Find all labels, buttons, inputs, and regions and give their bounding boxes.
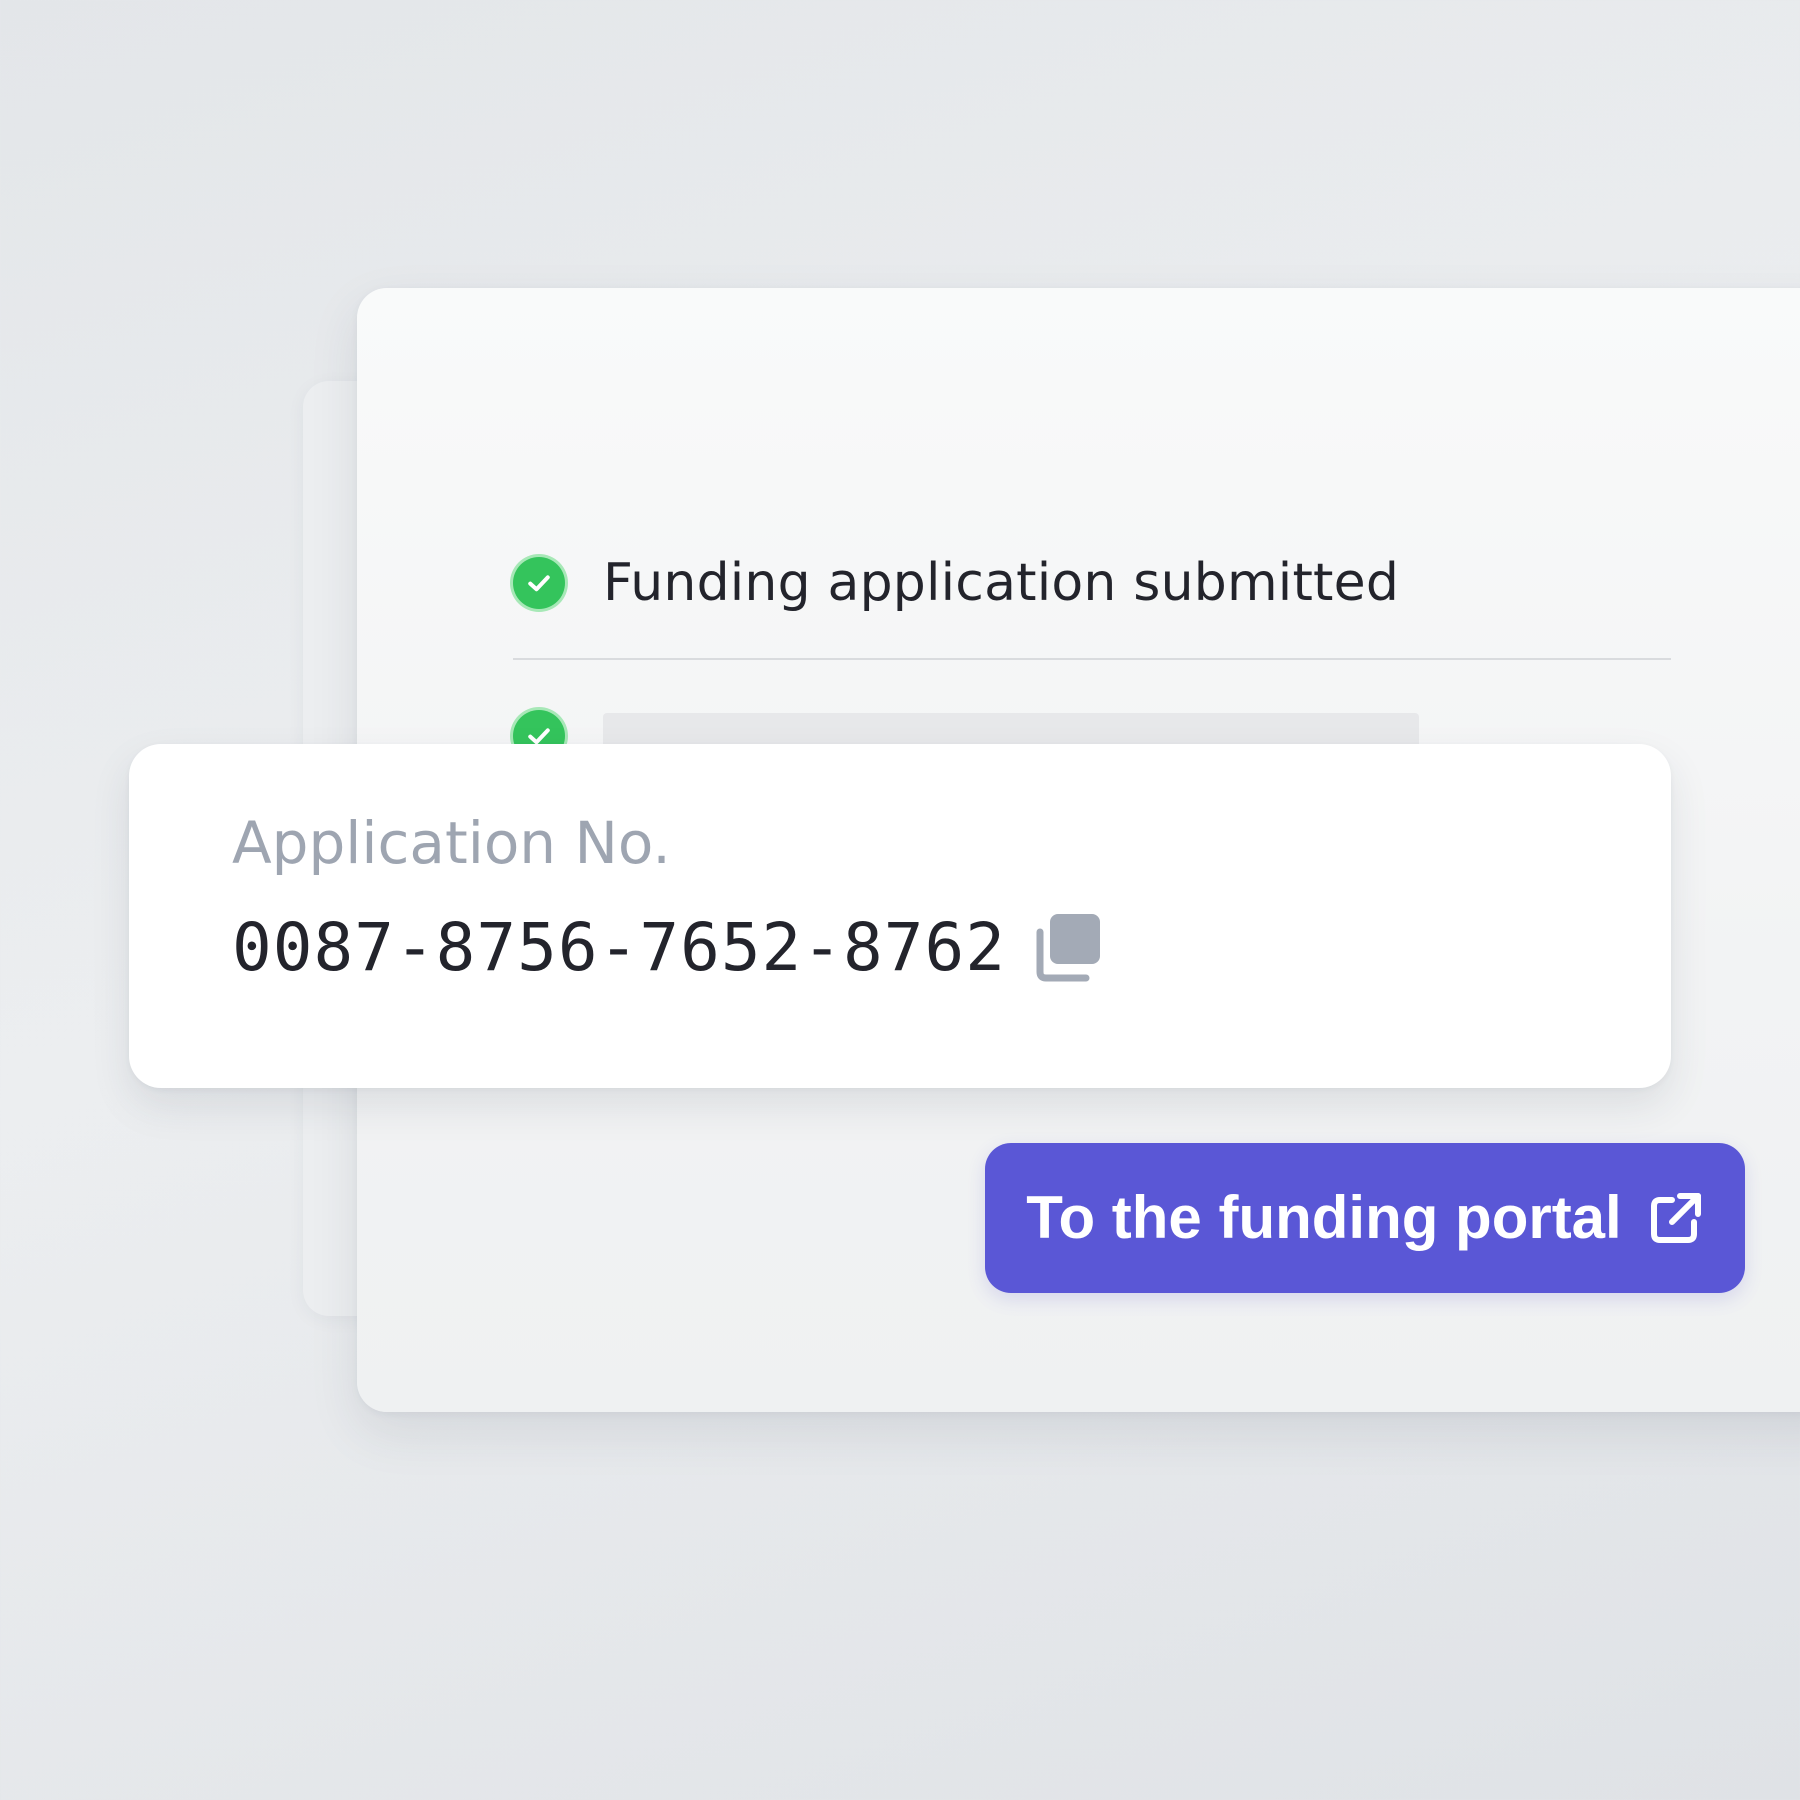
funding-portal-button-label: To the funding portal [1026,1184,1622,1251]
copy-icon[interactable] [1034,914,1102,982]
checkmark-glyph [528,575,550,592]
external-link-icon [1650,1193,1701,1243]
application-number-row: 0087-8756-7652-8762 [232,914,1102,982]
check-circle-icon [513,557,565,609]
application-number-card: Application No. 0087-8756-7652-8762 [129,744,1671,1088]
divider [513,658,1671,660]
funding-portal-button[interactable]: To the funding portal [985,1143,1745,1293]
application-number-label: Application No. [232,809,671,877]
application-number-value: 0087-8756-7652-8762 [232,909,1006,986]
status-step-label: Funding application submitted [603,553,1400,613]
status-step-submitted: Funding application submitted [513,557,1399,609]
